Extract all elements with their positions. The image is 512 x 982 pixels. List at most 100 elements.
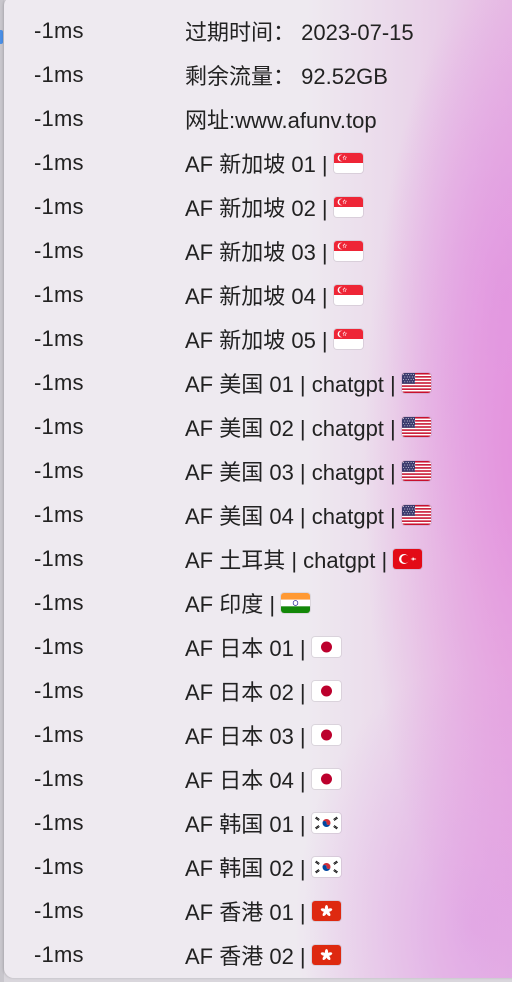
proxy-node-item[interactable]: -1ms AF 土耳其 | chatgpt |: [4, 537, 512, 581]
latency-label: -1ms: [34, 282, 84, 307]
latency-label: -1ms: [34, 634, 84, 659]
proxy-node-item[interactable]: -1ms AF 韩国 02 |: [4, 845, 512, 889]
latency-label: -1ms: [34, 766, 84, 791]
proxy-node-item[interactable]: -1ms AF 香港 01 |: [4, 889, 512, 933]
latency-label: -1ms: [34, 546, 84, 571]
japan-flag-icon: [311, 681, 341, 701]
turkey-flag-icon: [393, 549, 423, 569]
usa-flag-icon: [401, 461, 431, 481]
hongkong-flag-icon: [311, 901, 341, 921]
india-flag-icon: [281, 593, 311, 613]
proxy-node-item[interactable]: -1ms AF 美国 03 | chatgpt |: [4, 449, 512, 493]
latency-label: -1ms: [34, 942, 84, 967]
node-name-text: AF 新加坡 01 |: [185, 152, 328, 177]
latency-label: -1ms: [34, 854, 84, 879]
node-name-text: 剩余流量： 92.52GB: [185, 64, 388, 89]
node-name-label: AF 美国 01 | chatgpt |: [185, 367, 431, 399]
latency-label: -1ms: [34, 458, 84, 483]
japan-flag-icon: [311, 637, 341, 657]
node-name-text: AF 香港 02 |: [185, 944, 306, 969]
usa-flag-icon: [401, 417, 431, 437]
korea-flag-icon: [311, 813, 341, 833]
latency-label: -1ms: [34, 898, 84, 923]
proxy-node-item[interactable]: -1ms AF 日本 02 |: [4, 669, 512, 713]
node-name-text: AF 新加坡 04 |: [185, 284, 328, 309]
proxy-node-item[interactable]: -1ms AF 日本 01 |: [4, 625, 512, 669]
node-name-label: AF 新加坡 02 |: [185, 191, 363, 223]
node-name-label: AF 美国 04 | chatgpt |: [185, 499, 431, 531]
hongkong-flag-icon: [311, 945, 341, 965]
japan-flag-icon: [311, 725, 341, 745]
singapore-flag-icon: [333, 153, 363, 173]
proxy-node-menu: -1ms 过期时间： 2023-07-15 -1ms 剩余流量： 92.52GB -1m…: [4, 0, 512, 978]
menu-info-item[interactable]: -1ms 网址:www.afunv.top: [4, 97, 512, 141]
proxy-node-item[interactable]: -1ms AF 新加坡 02 |: [4, 185, 512, 229]
singapore-flag-icon: [333, 285, 363, 305]
node-name-text: AF 日本 03 |: [185, 724, 306, 749]
node-name-label: AF 新加坡 05 |: [185, 323, 363, 355]
proxy-node-item[interactable]: -1ms AF 新加坡 03 |: [4, 229, 512, 273]
node-name-text: AF 美国 01 | chatgpt |: [185, 372, 396, 397]
proxy-node-item[interactable]: -1ms AF 美国 04 | chatgpt |: [4, 493, 512, 537]
proxy-node-item[interactable]: -1ms AF 日本 04 |: [4, 757, 512, 801]
korea-flag-icon: [311, 857, 341, 877]
node-name-label: AF 日本 02 |: [185, 675, 341, 707]
node-name-text: AF 日本 01 |: [185, 636, 306, 661]
menu-info-item[interactable]: -1ms 过期时间： 2023-07-15: [4, 9, 512, 53]
node-name-text: AF 新加坡 03 |: [185, 240, 328, 265]
singapore-flag-icon: [333, 329, 363, 349]
proxy-node-item[interactable]: -1ms AF 韩国 01 |: [4, 801, 512, 845]
latency-label: -1ms: [34, 590, 84, 615]
node-name-text: AF 韩国 01 |: [185, 812, 306, 837]
latency-label: -1ms: [34, 62, 84, 87]
node-name-text: AF 美国 04 | chatgpt |: [185, 504, 396, 529]
node-name-label: AF 香港 01 |: [185, 895, 341, 927]
node-name-label: 网址:www.afunv.top: [185, 103, 377, 135]
node-name-label: AF 韩国 02 |: [185, 851, 341, 883]
node-name-text: AF 香港 01 |: [185, 900, 306, 925]
node-name-label: AF 日本 03 |: [185, 719, 341, 751]
node-name-label: AF 日本 01 |: [185, 631, 341, 663]
latency-label: -1ms: [34, 150, 84, 175]
proxy-node-item[interactable]: -1ms AF 新加坡 01 |: [4, 141, 512, 185]
latency-label: -1ms: [34, 238, 84, 263]
node-name-label: AF 美国 02 | chatgpt |: [185, 411, 431, 443]
latency-label: -1ms: [34, 810, 84, 835]
proxy-node-item[interactable]: -1ms AF 日本 03 |: [4, 713, 512, 757]
proxy-node-item[interactable]: -1ms AF 新加坡 04 |: [4, 273, 512, 317]
node-name-label: AF 日本 04 |: [185, 763, 341, 795]
node-name-label: AF 美国 03 | chatgpt |: [185, 455, 431, 487]
node-name-label: AF 印度 |: [185, 587, 311, 619]
node-name-text: AF 新加坡 02 |: [185, 196, 328, 221]
node-name-text: 过期时间： 2023-07-15: [185, 20, 414, 45]
node-name-text: AF 土耳其 | chatgpt |: [185, 548, 388, 573]
node-name-text: 网址:www.afunv.top: [185, 108, 377, 133]
japan-flag-icon: [311, 769, 341, 789]
latency-label: -1ms: [34, 326, 84, 351]
singapore-flag-icon: [333, 197, 363, 217]
node-name-text: AF 美国 02 | chatgpt |: [185, 416, 396, 441]
node-name-text: AF 日本 04 |: [185, 768, 306, 793]
usa-flag-icon: [401, 505, 431, 525]
node-name-text: AF 新加坡 05 |: [185, 328, 328, 353]
node-name-label: 剩余流量： 92.52GB: [185, 59, 388, 91]
proxy-node-item[interactable]: -1ms AF 美国 01 | chatgpt |: [4, 361, 512, 405]
proxy-node-item[interactable]: -1ms AF 美国 02 | chatgpt |: [4, 405, 512, 449]
latency-label: -1ms: [34, 678, 84, 703]
node-name-text: AF 美国 03 | chatgpt |: [185, 460, 396, 485]
node-name-label: 过期时间： 2023-07-15: [185, 15, 414, 47]
node-name-label: AF 新加坡 04 |: [185, 279, 363, 311]
node-name-text: AF 印度 |: [185, 592, 276, 617]
node-name-label: AF 新加坡 01 |: [185, 147, 363, 179]
proxy-node-item[interactable]: -1ms AF 新加坡 05 |: [4, 317, 512, 361]
latency-label: -1ms: [34, 722, 84, 747]
menu-info-item[interactable]: -1ms 剩余流量： 92.52GB: [4, 53, 512, 97]
singapore-flag-icon: [333, 241, 363, 261]
node-name-label: AF 韩国 01 |: [185, 807, 341, 839]
latency-label: -1ms: [34, 194, 84, 219]
node-name-label: AF 香港 02 |: [185, 939, 341, 971]
latency-label: -1ms: [34, 18, 84, 43]
window-edge-accent: [0, 30, 3, 44]
proxy-node-item[interactable]: -1ms AF 印度 |: [4, 581, 512, 625]
proxy-node-item[interactable]: -1ms AF 香港 02 |: [4, 933, 512, 977]
